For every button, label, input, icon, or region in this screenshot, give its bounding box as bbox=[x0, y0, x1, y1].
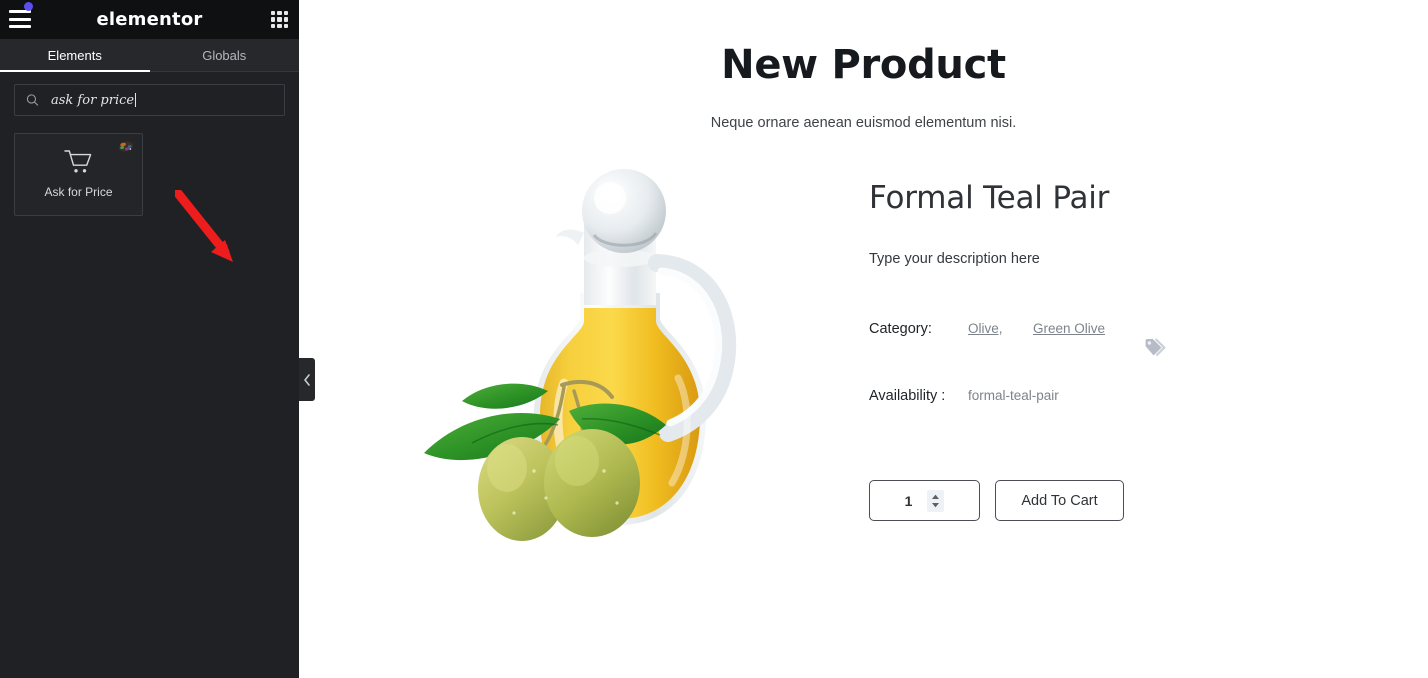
panel-body: ask for price Ask for Price bbox=[0, 72, 299, 216]
search-icon bbox=[26, 94, 39, 106]
add-to-cart-button[interactable]: Add To Cart bbox=[995, 480, 1124, 521]
chevron-left-icon bbox=[304, 373, 310, 386]
category-label: Category: bbox=[869, 321, 932, 337]
category-links: Olive, Green Olive bbox=[968, 320, 1131, 338]
availability-value: formal-teal-pair bbox=[968, 388, 1059, 403]
panel-tabs: Elements Globals bbox=[0, 39, 299, 72]
product-availability-row: Availability : formal-teal-pair bbox=[869, 388, 1289, 404]
product-description: Type your description here bbox=[869, 251, 1040, 267]
widget-ask-for-price[interactable]: Ask for Price bbox=[14, 133, 143, 216]
elementor-logo: elementor bbox=[96, 9, 203, 30]
tab-globals[interactable]: Globals bbox=[150, 39, 300, 71]
product-details: Formal Teal Pair Type your description h… bbox=[869, 153, 1289, 573]
product-image bbox=[299, 153, 869, 573]
panel-header: elementor bbox=[0, 0, 299, 39]
add-to-cart-row: 1 Add To Cart bbox=[869, 480, 1289, 521]
panel-collapse-handle[interactable] bbox=[299, 358, 315, 401]
availability-label: Availability : bbox=[869, 388, 946, 404]
page-subtitle: Neque ornare aenean euismod elementum ni… bbox=[710, 115, 1017, 131]
quantity-stepper[interactable]: 1 bbox=[869, 480, 980, 521]
text-caret bbox=[135, 93, 137, 107]
quantity-value: 1 bbox=[904, 492, 913, 509]
search-input[interactable]: ask for price bbox=[14, 84, 285, 116]
tab-globals-label: Globals bbox=[202, 47, 247, 63]
pro-palette-badge bbox=[118, 141, 134, 152]
product-title: Formal Teal Pair bbox=[869, 180, 1110, 216]
notification-dot bbox=[24, 2, 33, 11]
category-link-green-olive[interactable]: Green Olive bbox=[1033, 321, 1105, 336]
apps-grid-icon[interactable] bbox=[271, 11, 288, 28]
product-category-row: Category: Olive, Green Olive bbox=[869, 320, 1289, 338]
search-input-value: ask for price bbox=[51, 92, 135, 108]
widget-list: Ask for Price bbox=[14, 133, 285, 216]
product-section: Formal Teal Pair Type your description h… bbox=[299, 153, 1428, 573]
tag-icon bbox=[1145, 338, 1166, 357]
olive-oil-bottle-illustration bbox=[424, 169, 737, 541]
elementor-panel: elementor Elements Globals ask for price… bbox=[0, 0, 299, 678]
shopping-cart-icon bbox=[63, 150, 91, 173]
category-link-olive[interactable]: Olive, bbox=[968, 321, 1003, 336]
tab-elements-label: Elements bbox=[47, 47, 102, 63]
stepper-up-down-icon[interactable] bbox=[927, 489, 945, 512]
page-title: New Product bbox=[721, 42, 1006, 88]
tab-elements[interactable]: Elements bbox=[0, 39, 150, 72]
hero-section: New Product Neque ornare aenean euismod … bbox=[299, 0, 1428, 131]
hamburger-menu-icon[interactable] bbox=[9, 10, 31, 28]
elementor-editor: elementor Elements Globals ask for price… bbox=[0, 0, 1428, 678]
widget-label: Ask for Price bbox=[44, 185, 113, 199]
editor-canvas: New Product Neque ornare aenean euismod … bbox=[299, 0, 1428, 678]
